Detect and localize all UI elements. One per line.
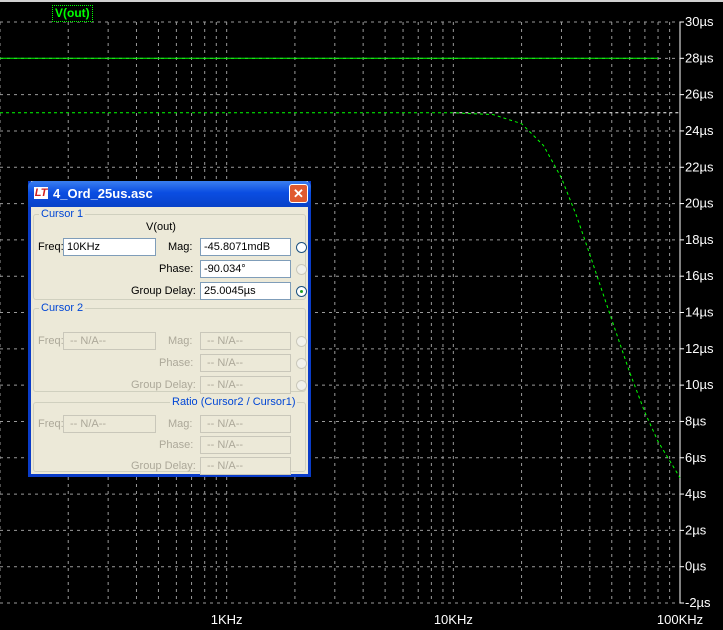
x-tick-label: 1KHz: [211, 612, 243, 627]
x-tick-label: 100KHz: [657, 612, 703, 627]
x-tick-label: 10KHz: [434, 612, 473, 627]
y-tick-label: 0µs: [685, 559, 707, 574]
y-tick-label: 14µs: [685, 305, 714, 320]
cursor1-phase-radio[interactable]: [296, 264, 307, 275]
y-tick-label: -2µs: [685, 595, 711, 610]
cursor2-freq-field: -- N/A--: [63, 332, 156, 350]
y-tick-label: 20µs: [685, 196, 714, 211]
cursor2-phase-label: Phase:: [159, 357, 194, 369]
ratio-freq-label: Freq:: [38, 418, 64, 430]
cursor2-mag-label: Mag:: [168, 335, 193, 347]
cursor1-trace-name: V(out): [146, 221, 176, 233]
y-tick-label: 2µs: [685, 522, 707, 537]
ratio-freq-field: -- N/A--: [63, 415, 156, 433]
cursor1-gd-label: Group Delay:: [131, 285, 196, 297]
ratio-mag-label: Mag:: [168, 418, 193, 430]
cursor1-mag-label: Mag:: [168, 241, 193, 253]
trace-label[interactable]: V(out): [52, 5, 93, 22]
y-tick-label: 22µs: [685, 159, 714, 174]
y-tick-label: 24µs: [685, 123, 714, 138]
cursor1-freq-label: Freq:: [38, 241, 64, 253]
cursor2-mag-radio: [296, 336, 307, 347]
cursor2-phase-field: -- N/A--: [200, 354, 291, 372]
ratio-group: Ratio (Cursor2 / Cursor1) Freq: -- N/A--…: [33, 396, 306, 475]
y-tick-label: 18µs: [685, 232, 714, 247]
ratio-gd-label: Group Delay:: [131, 460, 196, 472]
cursor2-group: Cursor 2 Freq: -- N/A-- Mag: -- N/A-- Ph…: [33, 302, 307, 394]
y-tick-label: 26µs: [685, 87, 714, 102]
y-tick-label: 8µs: [685, 413, 707, 428]
y-tick-label: 6µs: [685, 450, 707, 465]
ratio-phase-label: Phase:: [159, 439, 194, 451]
cursor2-gd-field: -- N/A--: [200, 376, 291, 394]
cursor1-freq-field[interactable]: 10KHz: [63, 238, 156, 256]
cursor2-gd-radio: [296, 380, 307, 391]
cursor1-mag-field: -45.8071mdB: [200, 238, 291, 256]
cursor1-group: Cursor 1 V(out) Freq: 10KHz Mag: -45.807…: [33, 208, 307, 300]
y-tick-label: 12µs: [685, 341, 714, 356]
cursor2-freq-label: Freq:: [38, 335, 64, 347]
y-tick-label: 28µs: [685, 50, 714, 65]
cursor1-title: Cursor 1: [39, 208, 86, 220]
close-button[interactable]: ✕: [289, 184, 308, 203]
cursor-dialog: LT 4_Ord_25us.asc ✕ Cursor 1 V(out) Freq…: [28, 181, 311, 477]
cursor2-mag-field: -- N/A--: [200, 332, 291, 350]
ratio-mag-field: -- N/A--: [200, 415, 291, 433]
cursor1-gd-field: 25.0045µs: [200, 282, 291, 300]
cursor2-title: Cursor 2: [39, 302, 86, 314]
cursor2-phase-radio: [296, 358, 307, 369]
y-tick-label: 30µs: [685, 14, 714, 29]
ratio-phase-field: -- N/A--: [200, 436, 291, 454]
ltspice-icon: LT: [34, 187, 48, 199]
cursor1-phase-field: -90.034°: [200, 260, 291, 278]
dialog-titlebar[interactable]: LT 4_Ord_25us.asc ✕: [28, 181, 311, 207]
dialog-title: 4_Ord_25us.asc: [53, 186, 153, 201]
ratio-title: Ratio (Cursor2 / Cursor1): [170, 396, 298, 408]
cursor1-mag-radio[interactable]: [296, 242, 307, 253]
y-tick-label: 10µs: [685, 377, 714, 392]
y-tick-label: 16µs: [685, 268, 714, 283]
ratio-gd-field: -- N/A--: [200, 457, 291, 475]
cursor1-gd-radio[interactable]: [296, 286, 307, 297]
cursor1-phase-label: Phase:: [159, 263, 194, 275]
cursor2-gd-label: Group Delay:: [131, 379, 196, 391]
y-tick-label: 4µs: [685, 486, 707, 501]
